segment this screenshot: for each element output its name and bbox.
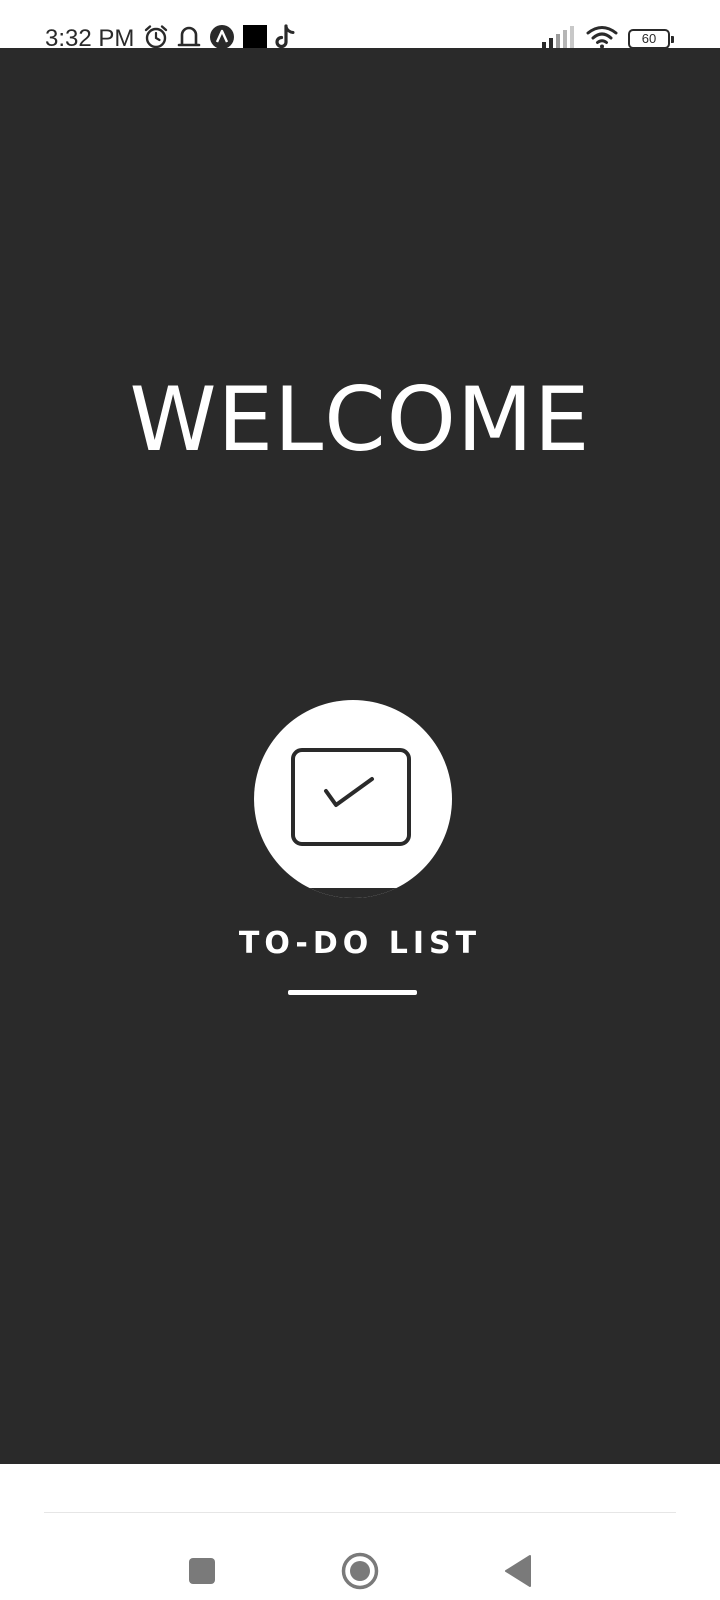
recents-button[interactable] xyxy=(177,1546,227,1596)
recents-square-icon xyxy=(189,1558,215,1584)
home-button[interactable] xyxy=(335,1546,385,1596)
back-button[interactable] xyxy=(493,1546,543,1596)
home-circle-icon xyxy=(341,1552,379,1590)
app-name-underline xyxy=(288,990,417,995)
nav-divider xyxy=(44,1512,676,1513)
navigation-bar xyxy=(0,1464,720,1600)
app-logo xyxy=(254,700,452,898)
battery-icon: 60 xyxy=(628,29,674,49)
welcome-heading: WELCOME xyxy=(129,368,591,471)
app-name: TO-DO LIST xyxy=(238,926,482,961)
back-triangle-icon xyxy=(505,1555,531,1587)
status-bar: 3:32 PM 60 xyxy=(0,0,720,52)
checkbox-check-icon xyxy=(291,748,411,846)
logo-bottom-cut xyxy=(254,888,452,898)
splash-screen: WELCOME TO-DO LIST xyxy=(0,48,720,1464)
